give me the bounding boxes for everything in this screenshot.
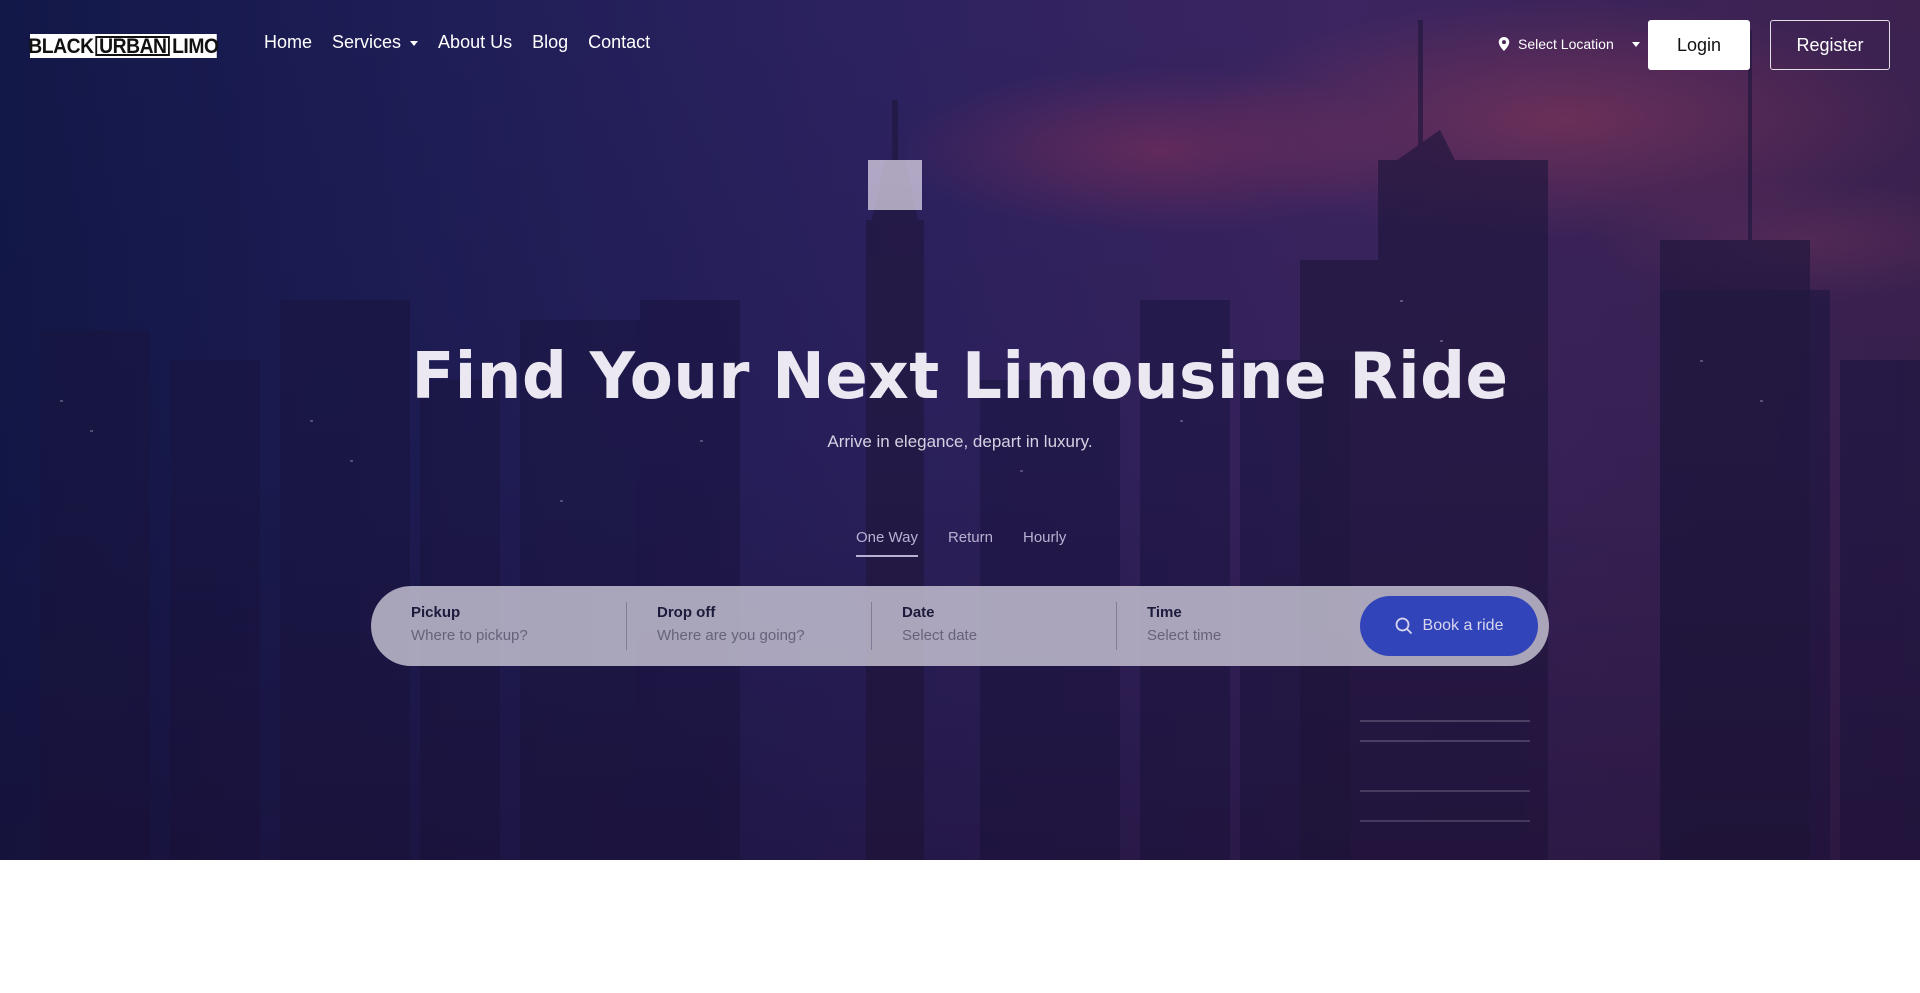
date-field: Date — [902, 604, 1102, 654]
pickup-label: Pickup — [411, 604, 461, 621]
logo-text-black: BLACK — [28, 34, 94, 58]
hero-title: Find Your Next Limousine Ride — [411, 340, 1509, 414]
nav-contact[interactable]: Contact — [588, 32, 650, 53]
pickup-input[interactable] — [411, 627, 611, 644]
book-ride-button[interactable]: Book a ride — [1360, 596, 1538, 656]
nav-services-label: Services — [332, 32, 402, 52]
date-label: Date — [902, 604, 935, 621]
city-skyline-background — [40, 20, 1920, 860]
main-nav: Home Services About Us Blog Contact — [264, 32, 670, 53]
nav-blog-label: Blog — [532, 32, 569, 52]
time-field: Time — [1147, 604, 1347, 654]
logo-text-urban: URBAN — [95, 36, 171, 57]
search-icon — [1395, 617, 1412, 635]
nav-home[interactable]: Home — [264, 32, 312, 53]
booking-tabs: One Way Return Hourly — [856, 529, 1096, 557]
field-divider — [1116, 602, 1117, 650]
tab-one-way[interactable]: One Way — [856, 529, 918, 557]
map-pin-icon — [1498, 37, 1510, 51]
tab-hourly[interactable]: Hourly — [1023, 529, 1066, 557]
hero-section: Find Your Next Limousine Ride Arrive in … — [0, 0, 1920, 860]
time-input[interactable] — [1147, 627, 1347, 644]
register-button[interactable]: Register — [1770, 20, 1890, 70]
nav-contact-label: Contact — [588, 32, 651, 52]
brand-logo[interactable]: BLACK URBAN LIMO — [28, 34, 219, 58]
chevron-down-icon — [410, 41, 419, 46]
nav-services[interactable]: Services — [332, 32, 419, 53]
dropoff-input[interactable] — [657, 627, 857, 644]
dropoff-field: Drop off — [657, 604, 857, 654]
field-divider — [626, 602, 627, 650]
location-label: Select Location — [1518, 36, 1614, 52]
date-input[interactable] — [902, 627, 1102, 644]
chevron-down-icon — [1631, 41, 1640, 47]
site-header: BLACK URBAN LIMO Home Services About Us … — [0, 0, 1920, 90]
hero-subtitle: Arrive in elegance, depart in luxury. — [827, 432, 1093, 451]
nav-about-label: About Us — [438, 32, 513, 52]
time-label: Time — [1147, 604, 1182, 621]
pickup-field: Pickup — [411, 604, 611, 654]
login-button[interactable]: Login — [1648, 20, 1750, 70]
tab-return[interactable]: Return — [948, 529, 993, 557]
nav-blog[interactable]: Blog — [532, 32, 568, 53]
logo-text-limo: LIMO — [172, 34, 219, 58]
nav-about-us[interactable]: About Us — [438, 32, 512, 53]
nav-home-label: Home — [264, 32, 313, 52]
book-ride-label: Book a ride — [1422, 617, 1504, 634]
booking-search-bar: Pickup Drop off Date Time Book a ride — [371, 586, 1549, 666]
location-selector[interactable]: Select Location — [1498, 36, 1640, 52]
field-divider — [871, 602, 872, 650]
dropoff-label: Drop off — [657, 604, 716, 621]
